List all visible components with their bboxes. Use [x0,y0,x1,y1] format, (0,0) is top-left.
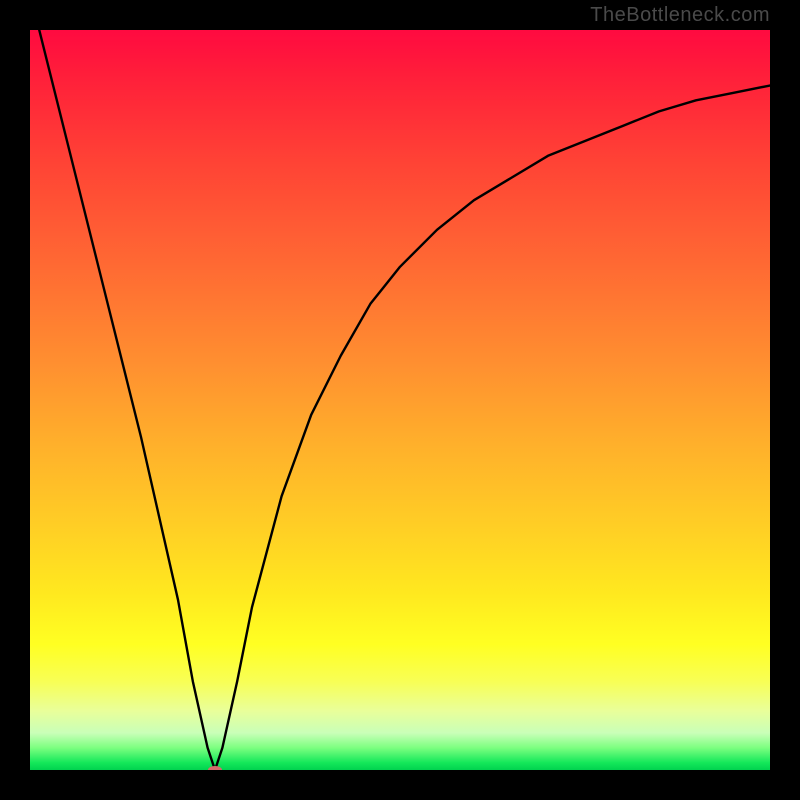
vertex-marker [208,766,222,770]
attribution-label: TheBottleneck.com [590,4,770,27]
chart-frame: TheBottleneck.com [0,0,800,800]
bottleneck-curve [30,30,770,770]
plot-area [30,30,770,770]
curve-layer [30,30,770,770]
